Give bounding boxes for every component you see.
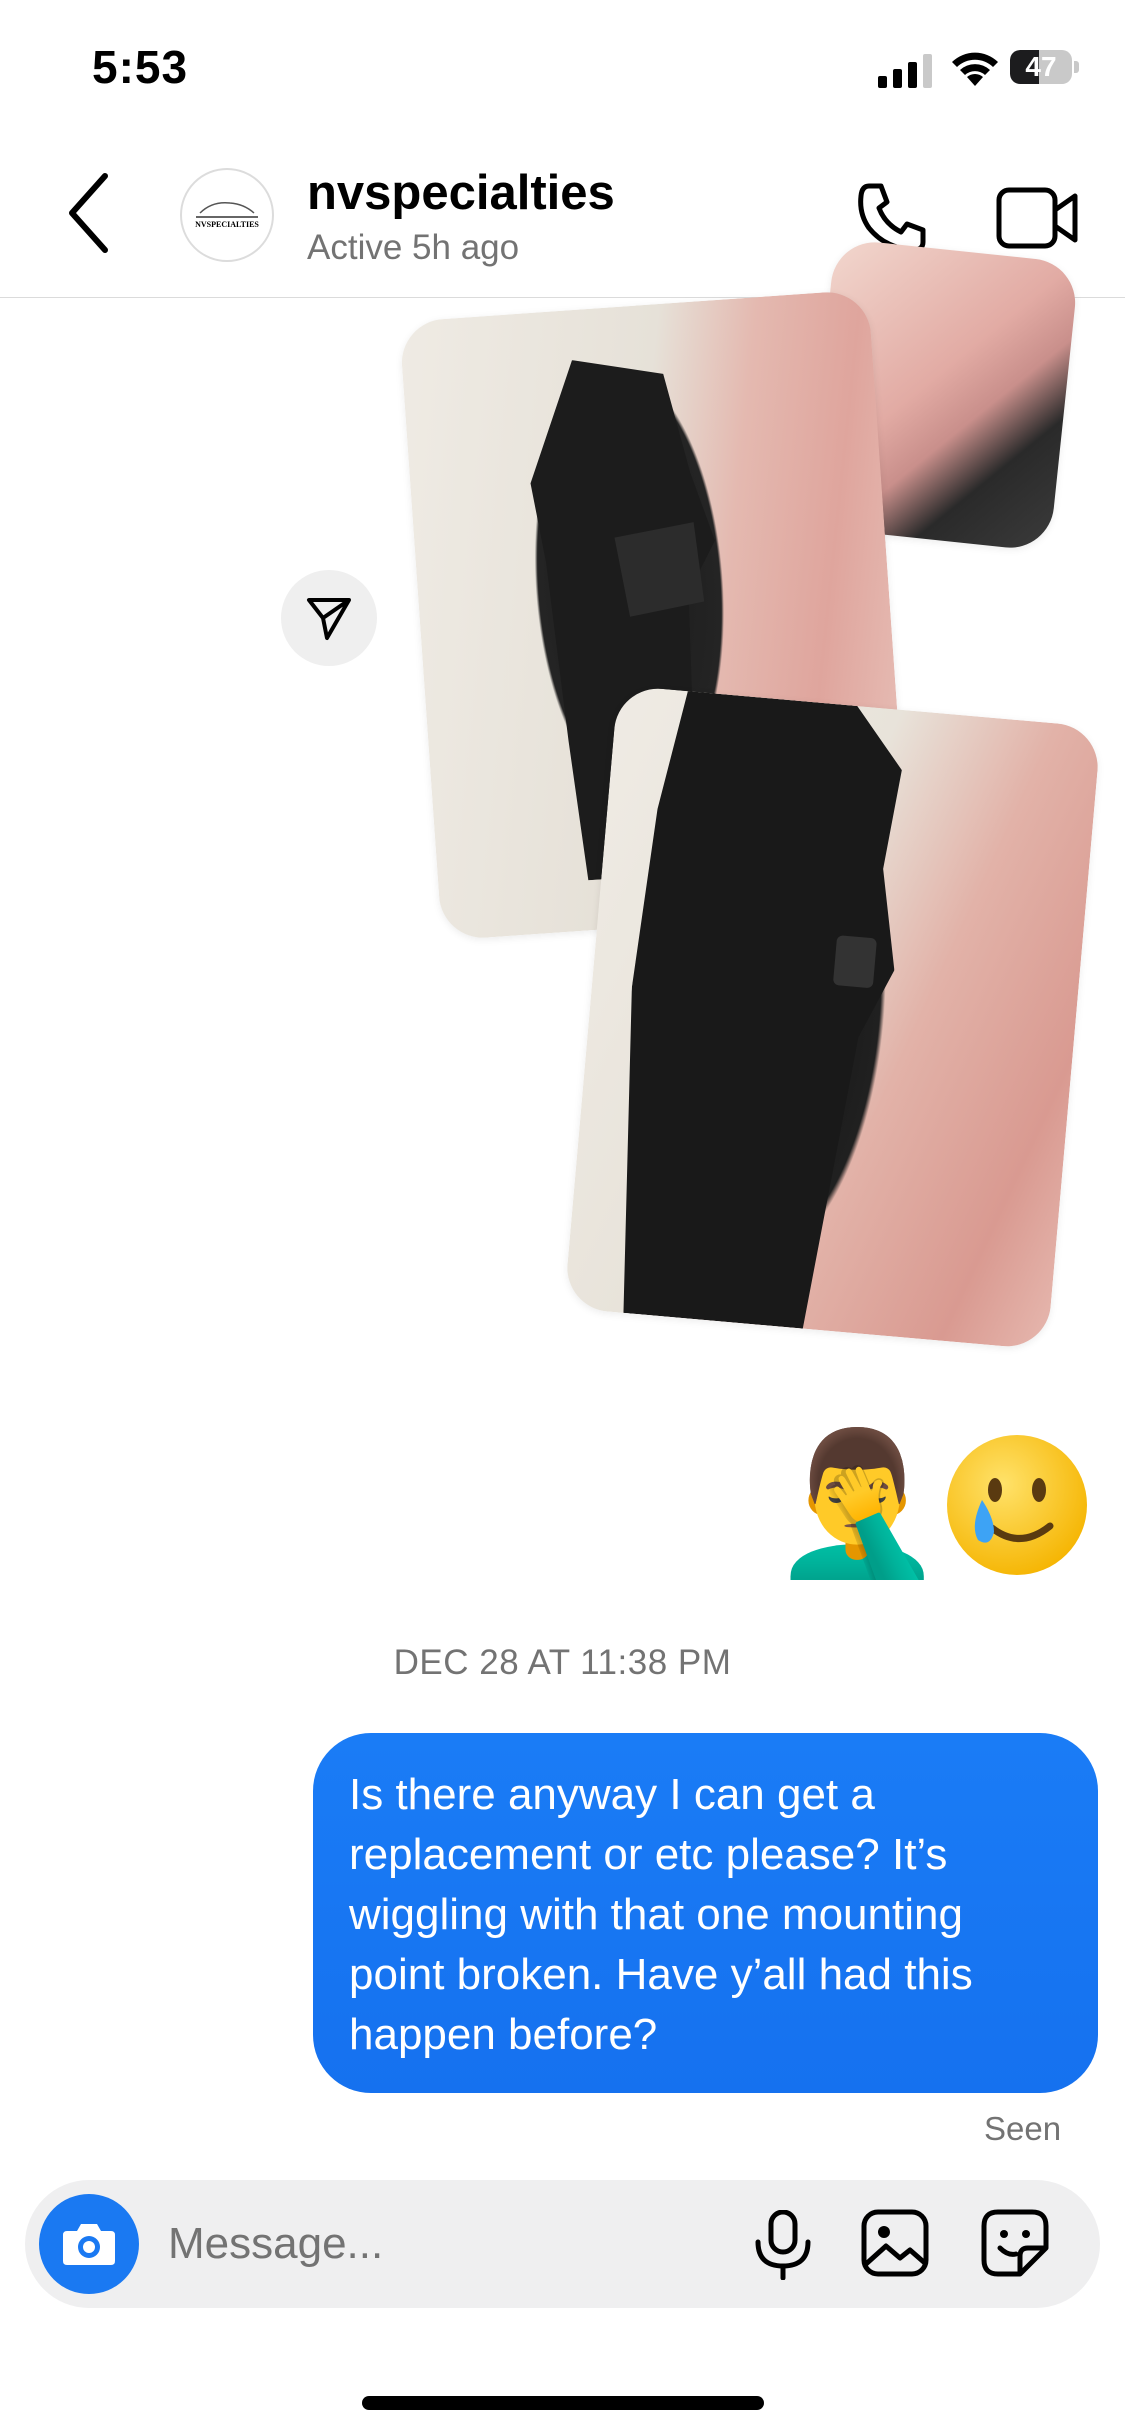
outgoing-message-bubble[interactable]: Is there anyway I can get a replacement … [313, 1733, 1098, 2093]
share-button[interactable] [281, 570, 377, 666]
battery-percent: 47 [1025, 51, 1057, 82]
facepalm-emoji[interactable]: 🤦‍♂️ [770, 1425, 944, 1580]
seen-receipt: Seen [984, 2110, 1062, 2147]
avatar[interactable]: NVSPECIALTIES [180, 168, 274, 262]
avatar-logo-text: NVSPECIALTIES [195, 220, 259, 229]
chat-username[interactable]: nvspecialties [307, 165, 615, 221]
message-input[interactable] [168, 2212, 708, 2276]
video-camera-icon[interactable] [995, 180, 1079, 256]
smiling-tear-emoji[interactable] [942, 1430, 1092, 1580]
shared-photo[interactable] [563, 685, 1102, 1350]
wifi-icon [952, 52, 998, 86]
paper-plane-icon [307, 598, 351, 640]
home-indicator[interactable] [362, 2396, 764, 2410]
message-text: Is there anyway I can get a replacement … [349, 1770, 973, 2059]
carbon-part-image [623, 691, 902, 1329]
camera-button[interactable] [39, 2194, 139, 2294]
camera-icon [63, 2224, 115, 2265]
microphone-icon[interactable] [750, 2210, 816, 2280]
battery-icon: 47 [1010, 50, 1080, 86]
chevron-left-icon[interactable] [60, 168, 120, 258]
activity-status: Active 5h ago [307, 228, 520, 267]
message-timestamp: DEC 28 AT 11:38 PM [393, 1643, 732, 1682]
image-icon[interactable] [860, 2208, 930, 2278]
status-time: 5:53 [92, 41, 189, 93]
car-logo-icon: NVSPECIALTIES [195, 201, 259, 229]
sticker-icon[interactable] [980, 2208, 1050, 2278]
cellular-signal-icon [878, 54, 932, 88]
